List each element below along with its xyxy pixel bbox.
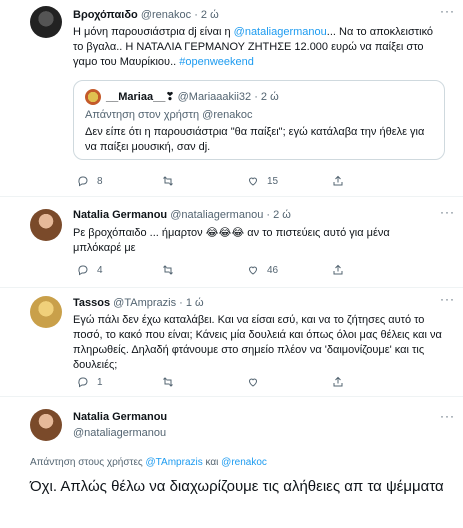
avatar[interactable] [30,409,62,441]
reply-count: 8 [97,175,103,187]
share-icon [333,175,343,186]
reply-icon [78,265,88,276]
username[interactable]: @nataliagermanou [170,209,263,221]
tweet-actions: 4 46 [77,264,417,276]
reply-count: 4 [97,264,103,276]
focused-tweet-text: Όχι. Απλώς θέλω να διαχωρίζουμε τις αλήθ… [30,478,444,495]
retweet-icon [163,377,173,387]
focused-tweet: Natalia Germanou @nataliagermanou ··· Απ… [0,397,463,528]
tweet-text: Ρε βροχόπαιδο ... ήμαρτον 😂😂😂 αν το πιστ… [73,227,390,254]
quote-display-name: __Mariaa__❣ [106,91,175,103]
retweet-button[interactable] [162,376,247,388]
heart-icon [248,378,258,387]
tweet-header: Βροχόπαιδο @renakoc · 2 ώ [73,9,219,21]
reply-count: 1 [97,376,103,388]
reply-button[interactable]: 4 [77,264,162,276]
tweet-header: Natalia Germanou @nataliagermanou · 2 ώ [73,209,291,221]
display-name[interactable]: Βροχόπαιδο [73,9,138,21]
quote-timestamp: · 2 ώ [254,91,279,103]
more-dots-icon[interactable]: ··· [440,4,455,18]
reply-button[interactable]: 8 [77,175,162,187]
hashtag-link[interactable]: #openweekend [179,56,254,68]
share-icon [333,264,343,275]
like-button[interactable]: 46 [247,264,332,276]
username[interactable]: @renakoc [141,9,191,21]
retweet-icon [163,265,173,275]
tweet-renakoc[interactable]: Βροχόπαιδο @renakoc · 2 ώ ··· Η μόνη παρ… [0,0,463,197]
share-button[interactable] [332,376,417,388]
timestamp[interactable]: · 2 ώ [266,209,290,221]
username[interactable]: @nataliagermanou [73,427,166,439]
replying-to: Απάντηση στους χρήστες @TAmprazis και @r… [30,457,267,468]
tweet-text: Η μόνη παρουσιάστρια dj είναι η @natalia… [73,26,434,68]
mention-link[interactable]: @renakoc [221,457,267,468]
quote-header: __Mariaa__❣ @Mariaaakii32 · 2 ώ [106,90,279,103]
reply-button[interactable]: 1 [77,376,162,388]
username[interactable]: @TAmprazis [113,297,176,309]
heart-icon [248,177,258,186]
avatar[interactable] [30,6,62,38]
timestamp[interactable]: · 1 ώ [179,297,203,309]
tweet-actions: 1 [77,376,417,388]
reply-icon [78,176,88,187]
share-icon [333,376,343,387]
more-dots-icon[interactable]: ··· [440,292,455,306]
like-count: 46 [267,264,279,276]
display-name[interactable]: Natalia Germanou [73,209,167,221]
retweet-button[interactable] [162,175,247,187]
heart-icon [248,266,258,275]
avatar[interactable] [30,296,62,328]
share-button[interactable] [332,175,417,187]
tweet-header: Tassos @TAmprazis · 1 ώ [73,297,204,309]
quote-text: Δεν είπε ότι η παρουσιάστρια "θα παίξει"… [85,126,425,153]
retweet-button[interactable] [162,264,247,276]
like-button[interactable] [247,376,332,388]
quote-username: @Mariaaakii32 [177,91,252,103]
tweet-text: Εγώ πάλι δεν έχω καταλάβει. Και να είσαι… [73,314,442,371]
avatar[interactable] [30,209,62,241]
reply-icon [78,377,88,388]
quote-reply-to: Απάντηση στον χρήστη @renakoc [85,109,253,121]
tweet-actions: 8 15 [77,175,417,187]
quoted-tweet[interactable]: __Mariaa__❣ @Mariaaakii32 · 2 ώ Απάντηση… [73,80,445,160]
timestamp[interactable]: · 2 ώ [194,9,218,21]
mention-link[interactable]: @TAmprazis [146,457,203,468]
display-name[interactable]: Natalia Germanou [73,411,167,423]
tweet-tamprazis[interactable]: Tassos @TAmprazis · 1 ώ ··· Εγώ πάλι δεν… [0,288,463,397]
more-dots-icon[interactable]: ··· [440,205,455,219]
share-button[interactable] [332,264,417,276]
mention-link[interactable]: @nataliagermanou [234,26,327,38]
more-dots-icon[interactable]: ··· [440,409,455,423]
like-button[interactable]: 15 [247,175,332,187]
retweet-icon [163,176,173,186]
like-count: 15 [267,175,279,187]
display-name[interactable]: Tassos [73,297,110,309]
quote-avatar [85,89,101,105]
tweet-nataliagermanou-reply[interactable]: Natalia Germanou @nataliagermanou · 2 ώ … [0,197,463,288]
